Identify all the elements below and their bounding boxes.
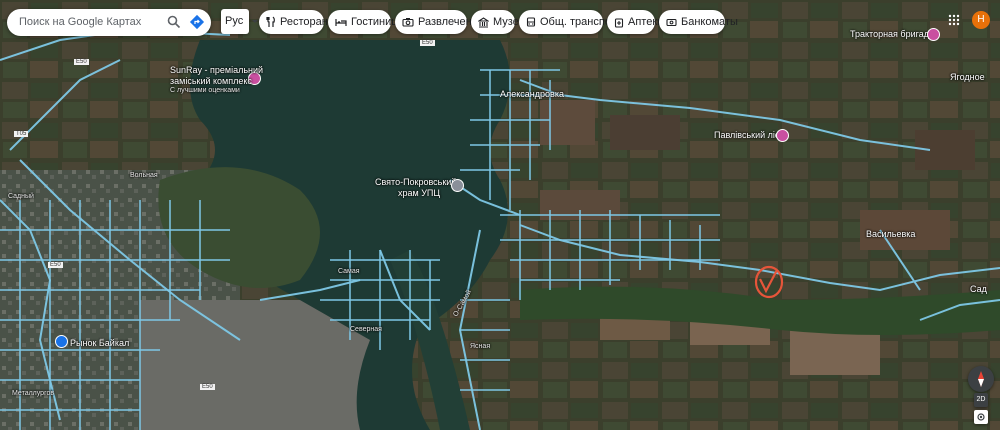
category-label: Аптеки [628, 16, 664, 28]
place-label-yagodnoe[interactable]: Ягодное [950, 72, 985, 82]
category-chip-entertainment[interactable]: Развлечения [395, 10, 484, 34]
apps-grid-icon[interactable] [948, 14, 960, 26]
road-shield: Е50 [74, 59, 89, 65]
place-label-sunray-line1[interactable]: SunRay - преміальний [170, 65, 263, 75]
atm-icon [666, 18, 677, 26]
pharmacy-icon [614, 17, 624, 28]
place-label-samaya[interactable]: Самая [338, 268, 360, 275]
market-pin[interactable] [55, 335, 68, 348]
category-chip-transit[interactable]: Общ. транспорт [519, 10, 622, 34]
road-shield: Е50 [420, 40, 435, 46]
satellite-map[interactable] [0, 0, 1000, 430]
camera-icon [402, 18, 414, 27]
compass-icon [978, 371, 984, 387]
place-label-aleksandrovka[interactable]: Александровка [500, 89, 564, 99]
place-label-pokrovsky-line1[interactable]: Свято-Покровський [375, 177, 456, 187]
compass-button[interactable] [968, 366, 994, 392]
search-input[interactable] [19, 14, 159, 30]
road-shield: Е50 [48, 262, 63, 268]
place-label-severnaya[interactable]: Северная [350, 326, 382, 333]
place-label-pokrovsky-line2[interactable]: храм УПЦ [398, 188, 440, 198]
park-pin-pavlivskyi-lis[interactable] [776, 129, 789, 142]
place-label-pavlivskyi-lis[interactable]: Павлівський ліс [714, 130, 779, 140]
place-label-volnaya[interactable]: Вольная [130, 172, 158, 179]
place-label-sad[interactable]: Сад [970, 284, 987, 294]
account-avatar[interactable]: Н [972, 11, 990, 29]
place-label-rynok-baikal[interactable]: Рынок Байкал [70, 338, 129, 348]
search-icon[interactable] [167, 15, 181, 29]
chevron-down-icon[interactable] [251, 10, 259, 34]
my-location-icon [977, 413, 985, 421]
language-button[interactable]: Рус [221, 9, 249, 34]
road-shield: Т05 [14, 131, 29, 137]
place-label-traktornaya-brigada[interactable]: Тракторная бригада [850, 29, 934, 39]
field-parcel [540, 100, 595, 145]
category-chip-pharmacies[interactable]: Аптеки [607, 10, 663, 34]
place-label-vasilevka[interactable]: Васильевка [866, 229, 915, 239]
category-label: Банкоматы [681, 16, 738, 28]
field-parcel [790, 330, 880, 375]
category-chip-atms[interactable]: Банкоматы [659, 10, 738, 34]
fork-knife-icon [266, 16, 275, 27]
road-shield: Е50 [200, 384, 215, 390]
field-parcel [610, 115, 680, 150]
directions-icon[interactable] [189, 14, 205, 30]
bus-icon [526, 16, 536, 27]
museum-icon [478, 16, 489, 28]
category-chip-museums[interactable]: Музеи [471, 10, 525, 34]
view-2d-button[interactable]: 2D [974, 393, 988, 407]
category-chip-restaurants[interactable]: Рестораны [259, 10, 336, 34]
place-pin-traktornaya[interactable] [927, 28, 940, 41]
search-box[interactable] [7, 9, 211, 36]
place-note-sunray: С лучшими оценками [170, 87, 240, 94]
my-location-button[interactable] [974, 410, 988, 424]
place-label-yasnaya[interactable]: Ясная [470, 343, 490, 350]
place-label-metallurgov[interactable]: Металлургов [12, 390, 54, 397]
category-chip-hotels[interactable]: Гостиницы [328, 10, 405, 34]
place-label-sadnyi[interactable]: Садный [8, 193, 34, 200]
church-pin[interactable] [451, 179, 464, 192]
place-label-sunray-line2[interactable]: заміський комплекс [170, 76, 252, 86]
bed-icon [335, 19, 347, 26]
